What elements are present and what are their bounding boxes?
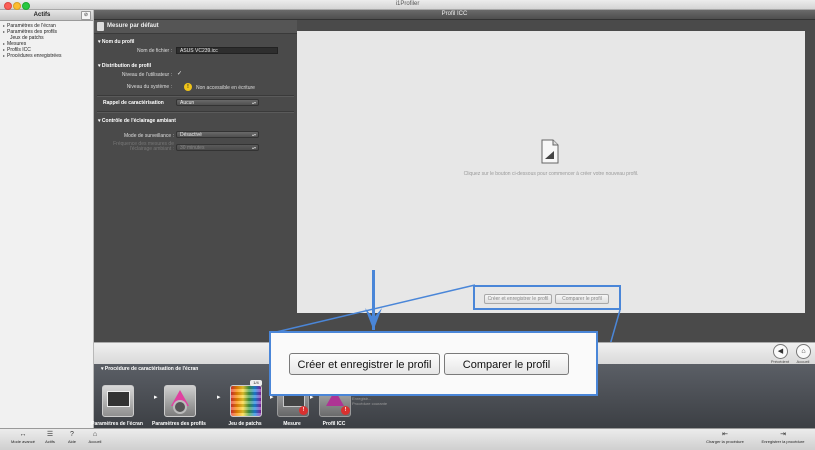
error-badge: ! <box>299 406 308 415</box>
workflow-step-label: Paramètres de l'écran <box>91 421 143 427</box>
help-icon: ? <box>70 431 74 438</box>
home-toolbar-button[interactable]: ⌂ Accueil <box>84 430 106 444</box>
workflow-step-profile-settings[interactable] <box>164 385 196 417</box>
workflow-title[interactable]: ▾ Procédure de caractérisation de l'écra… <box>101 366 198 372</box>
load-workflow-button[interactable]: ⇤ Charger la procédure <box>700 430 750 444</box>
workflow-step-label: Profil ICC <box>322 421 346 427</box>
workflow-step-label: Paramètres des profils <box>152 421 206 427</box>
toolbar-label: Accueil <box>88 439 102 444</box>
patch-count-tag: 1/4 <box>250 380 262 386</box>
save-hint-sub: Procédure courante <box>352 401 388 406</box>
home-icon: ⌂ <box>92 431 98 438</box>
list-icon: ☰ <box>46 431 54 438</box>
assets-button[interactable]: ☰ Actifs <box>40 430 60 444</box>
toolbar-label: Aide <box>67 439 76 444</box>
monitor-icon <box>107 391 130 407</box>
workflow-step-display-settings[interactable] <box>102 385 134 417</box>
bottom-toolbar <box>0 428 815 450</box>
workflow-title-label: Procédure de caractérisation de l'écran <box>104 366 199 372</box>
workflow-arrow-icon: ▸ <box>217 394 221 401</box>
gear-icon <box>173 400 187 414</box>
save-workflow-button[interactable]: ⇥ Enregistrer la procédure <box>755 430 811 444</box>
workflow-arrow-icon: ▸ <box>154 394 158 401</box>
toolbar-label: Actifs <box>45 439 55 444</box>
patch-grid-icon <box>231 386 261 416</box>
toolbar-label: Enregistrer la procédure <box>761 439 805 444</box>
help-button[interactable]: ? Aide <box>62 430 82 444</box>
advanced-mode-icon: ↔ <box>19 431 27 438</box>
down-arrow-icon <box>365 308 382 330</box>
workflow-step-patch-set[interactable] <box>230 385 262 417</box>
save-icon: ⇥ <box>780 431 786 438</box>
load-icon: ⇤ <box>722 431 728 438</box>
advanced-mode-button[interactable]: ↔ Mode avancé <box>10 430 36 444</box>
error-badge: ! <box>341 406 350 415</box>
compare-profile-button-zoomed[interactable]: Comparer le profil <box>444 353 569 375</box>
previous-icon[interactable]: ◀ <box>773 344 788 359</box>
create-profile-button-zoomed[interactable]: Créer et enregistrer le profil <box>289 353 440 375</box>
toolbar-label: Mode avancé <box>10 439 35 444</box>
toolbar-label: Charger la procédure <box>706 439 744 444</box>
home-icon[interactable]: ⌂ <box>796 344 811 359</box>
